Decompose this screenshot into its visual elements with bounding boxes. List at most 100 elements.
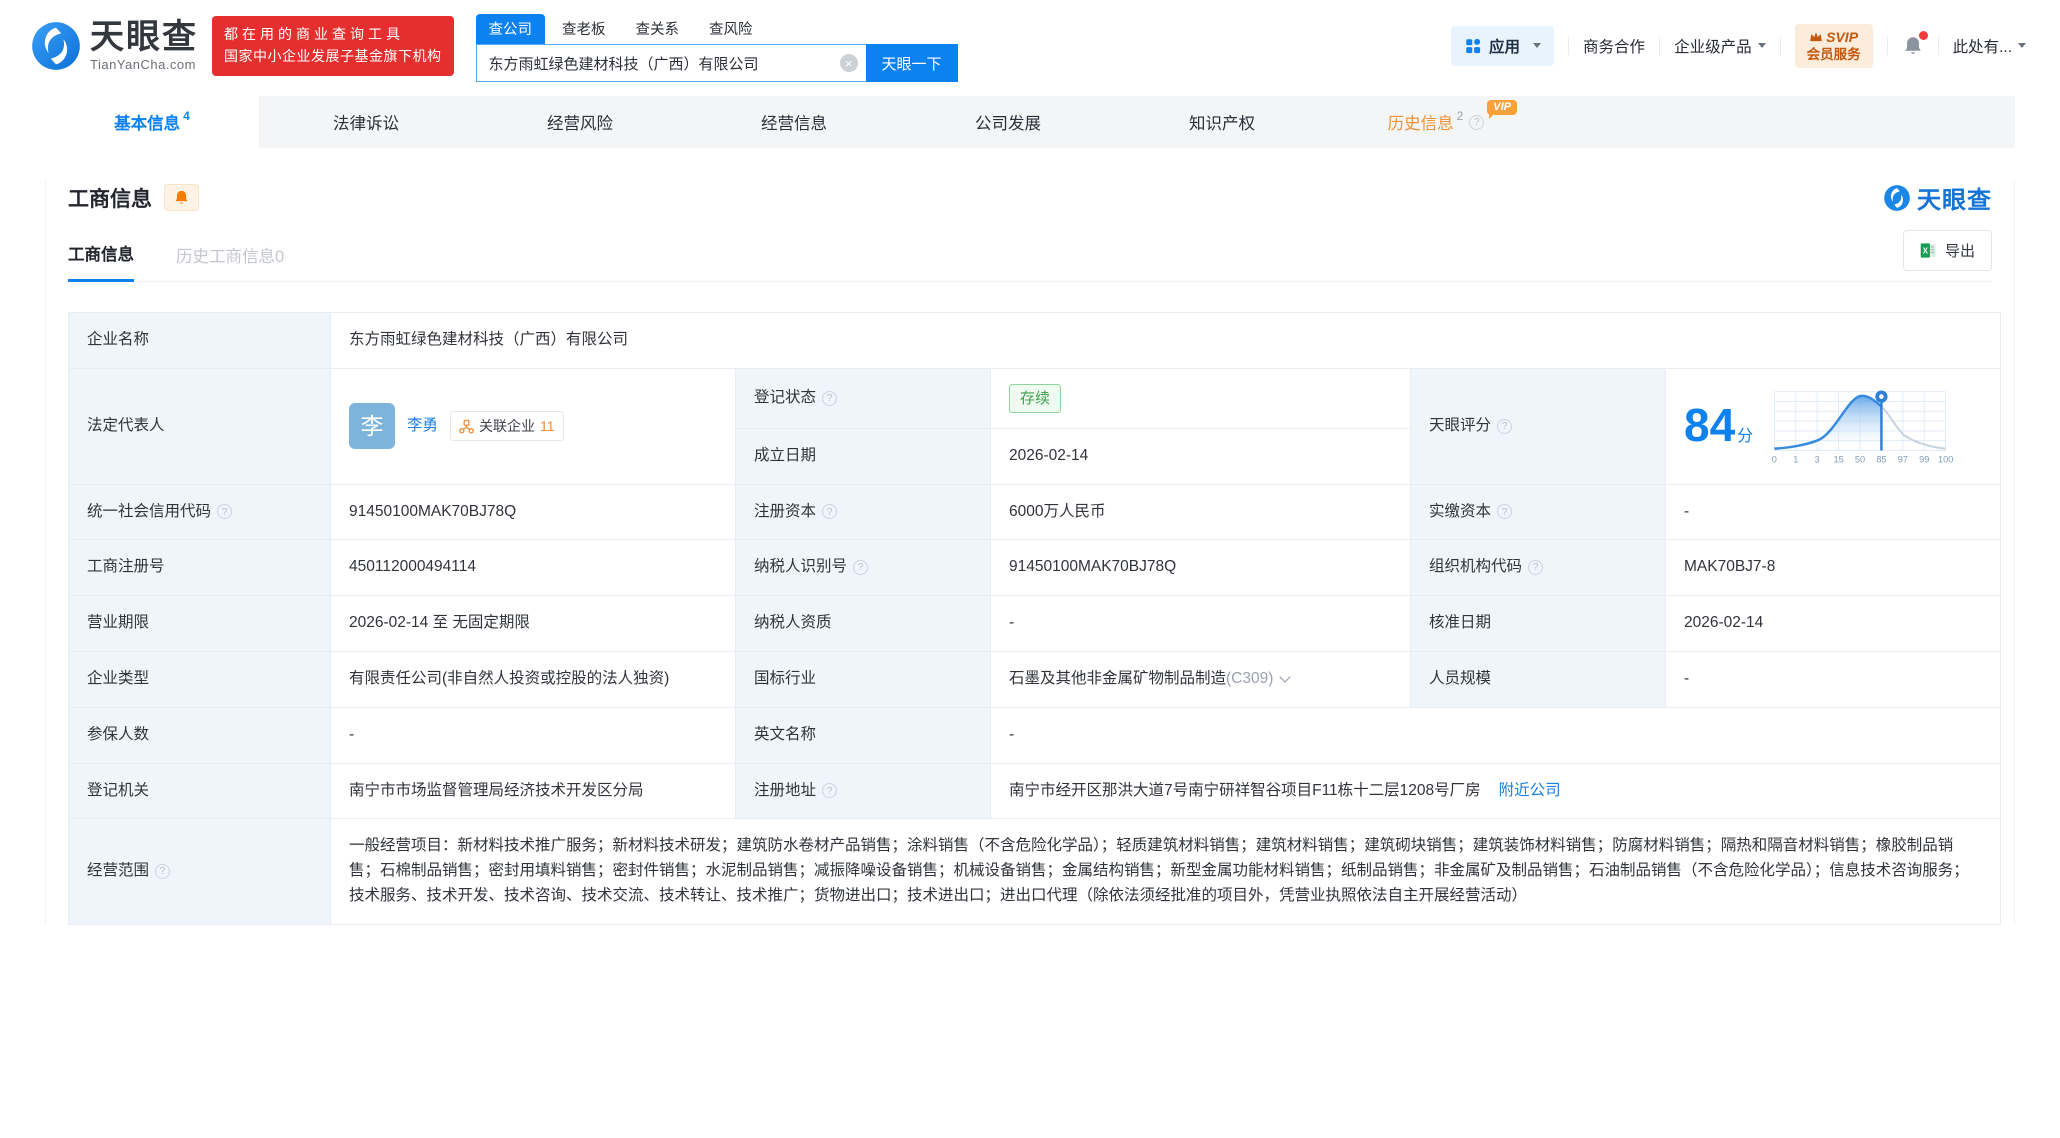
business-info-table: 企业名称 东方雨虹绿色建材科技（广西）有限公司 法定代表人 李 李勇 关联企业 …	[68, 312, 2001, 925]
apps-menu[interactable]: 应用	[1451, 25, 1555, 66]
tab-operating-info[interactable]: 经营信息	[687, 96, 901, 148]
search-input[interactable]	[475, 44, 866, 82]
avatar[interactable]: 李	[349, 403, 395, 450]
subtab-history-business-info[interactable]: 历史工商信息0	[176, 243, 284, 281]
field-label-reg-authority: 登记机关	[68, 762, 331, 820]
notifications-bell[interactable]	[1902, 30, 1928, 57]
field-label-taxpayer-id: 纳税人识别号	[735, 539, 991, 597]
score-value: 84	[1684, 399, 1736, 452]
export-button[interactable]: X 导出	[1902, 230, 1992, 271]
field-value-approval-date: 2026-02-14	[1665, 595, 2001, 652]
table-row: 经营范围 一般经营项目：新材料技术推广服务；新材料技术研发；建筑防水卷材产品销售…	[68, 818, 2001, 925]
field-label-industry: 国标行业	[735, 650, 991, 708]
tab-company-development[interactable]: 公司发展	[901, 96, 1115, 148]
export-label: 导出	[1944, 243, 1975, 260]
tianyancha-company-page: 天眼查 TianYanCha.com 都在用的商业查询工具 国家中小企业发展子基…	[0, 0, 2060, 1138]
tab-legal-proceedings[interactable]: 法律诉讼	[259, 96, 473, 148]
related-companies-badge[interactable]: 关联企业 11	[450, 410, 564, 442]
field-value-reg-number: 450112000494114	[330, 539, 736, 597]
related-label: 关联企业	[479, 417, 536, 434]
field-value-score: 84 分 0 1 3 15 50 85 97 99 100	[1665, 367, 2001, 485]
search-tab-relation[interactable]: 查关系	[623, 14, 693, 44]
search-tab-risk[interactable]: 查风险	[696, 14, 766, 44]
excel-icon: X	[1920, 243, 1936, 258]
company-section-tabs: 基本信息 4 法律诉讼 经营风险 经营信息 公司发展 知识产权 历史信息 2 V…	[45, 96, 2015, 148]
field-value-credit-code: 91450100MAK70BJ78Q	[330, 483, 736, 541]
tianyancha-logo[interactable]: 天眼查 TianYanCha.com	[30, 20, 198, 72]
subtab-business-info[interactable]: 工商信息	[68, 241, 134, 282]
field-label-company-type: 企业类型	[68, 650, 331, 708]
score-unit: 分	[1737, 428, 1754, 446]
clear-search-icon[interactable]	[839, 54, 858, 72]
field-label-paid-capital: 实缴资本	[1410, 483, 1666, 541]
notification-dot	[1918, 30, 1928, 40]
svg-text:100: 100	[1938, 455, 1953, 465]
tianyancha-swirl-icon	[1884, 184, 1910, 211]
nearby-companies-link[interactable]: 附近公司	[1499, 782, 1561, 799]
tab-intellectual-property[interactable]: 知识产权	[1115, 96, 1329, 148]
field-value-est-date: 2026-02-14	[990, 427, 1411, 485]
svg-text:0: 0	[1772, 455, 1777, 465]
search-area: 查公司 查老板 查关系 查风险 天眼一下	[475, 14, 958, 82]
field-label-staff-size: 人员规模	[1410, 650, 1666, 708]
tab-basic-info[interactable]: 基本信息 4	[45, 96, 259, 148]
apps-grid-icon	[1466, 38, 1481, 54]
help-icon[interactable]	[1469, 114, 1485, 130]
nav-business-cooperation[interactable]: 商务合作	[1583, 35, 1645, 57]
tab-count: 2	[1456, 109, 1464, 123]
field-value-staff-size: -	[1665, 650, 2001, 708]
help-icon[interactable]	[1528, 560, 1544, 576]
search-button[interactable]: 天眼一下	[865, 44, 958, 82]
tab-count: 4	[183, 109, 190, 123]
field-label-org-code: 组织机构代码	[1410, 539, 1666, 597]
search-tab-company[interactable]: 查公司	[475, 14, 545, 44]
chevron-down-icon[interactable]	[1279, 671, 1292, 683]
table-row: 法定代表人 李 李勇 关联企业 11 登记状态 ? 存续 天眼评分 ? 84 分…	[68, 367, 2001, 485]
help-icon[interactable]	[217, 504, 233, 520]
table-row: 企业名称 东方雨虹绿色建材科技（广西）有限公司	[68, 312, 2001, 369]
svip-label: SVIP	[1826, 29, 1859, 46]
help-icon[interactable]	[822, 504, 838, 520]
field-label-english-name: 英文名称	[735, 706, 991, 764]
field-value-industry: 石墨及其他非金属矿物制品制造(C309)	[990, 650, 1411, 708]
field-value-taxpayer-quals: -	[990, 595, 1411, 652]
svg-text:X: X	[1923, 247, 1929, 256]
tab-history-info[interactable]: 历史信息 2 VIP	[1329, 96, 1543, 148]
watermark-text: 天眼查	[1917, 187, 1992, 214]
field-label-scope: 经营范围	[68, 818, 331, 925]
user-account-menu[interactable]: 此处有...	[1953, 35, 2026, 57]
svg-text:15: 15	[1834, 455, 1844, 465]
help-icon[interactable]	[155, 864, 171, 880]
apps-label: 应用	[1489, 38, 1521, 56]
search-tabs: 查公司 查老板 查关系 查风险	[475, 14, 958, 44]
field-label-score: 天眼评分	[1410, 367, 1666, 485]
field-label-reg-capital: 注册资本	[735, 483, 991, 541]
legal-rep-link[interactable]: 李勇	[407, 414, 438, 439]
related-network-icon	[459, 419, 474, 434]
help-icon[interactable]	[822, 390, 838, 406]
help-icon[interactable]	[822, 783, 838, 799]
business-info-card: 工商信息 天眼查 工商信息 历史工商信息0 X 导出 企业名称 东方雨虹绿色建材…	[45, 180, 2015, 925]
search-tab-boss[interactable]: 查老板	[549, 14, 619, 44]
svip-member-service[interactable]: SVIP 会员服务	[1794, 24, 1873, 68]
field-value-scope: 一般经营项目：新材料技术推广服务；新材料技术研发；建筑防水卷材产品销售；涂料销售…	[330, 818, 2001, 925]
svg-text:97: 97	[1898, 455, 1908, 465]
field-value-org-code: MAK70BJ7-8	[1665, 539, 2001, 597]
tab-operating-risk[interactable]: 经营风险	[473, 96, 687, 148]
table-row: 参保人数 - 英文名称 -	[68, 706, 2001, 764]
field-value-taxpayer-id: 91450100MAK70BJ78Q	[990, 539, 1411, 597]
table-row: 统一社会信用代码 91450100MAK70BJ78Q 注册资本 6000万人民…	[68, 483, 2001, 541]
header-nav: 应用 商务合作 企业级产品 SVIP 会员服务 此处有...	[1451, 24, 2026, 68]
field-value-reg-capital: 6000万人民币	[990, 483, 1411, 541]
help-icon[interactable]	[1497, 504, 1513, 520]
chevron-down-icon	[1757, 43, 1766, 49]
field-value-reg-authority: 南宁市市场监督管理局经济技术开发区分局	[330, 762, 736, 820]
help-icon[interactable]	[853, 560, 869, 576]
field-label-credit-code: 统一社会信用代码	[68, 483, 331, 541]
nav-enterprise-products[interactable]: 企业级产品	[1674, 35, 1766, 57]
chart-x-ticks: 0 1 3 15 50 85 97 99 100	[1772, 455, 1953, 465]
field-label-legal-rep: 法定代表人	[68, 367, 331, 485]
field-label-est-date: 成立日期	[735, 427, 991, 485]
help-icon[interactable]	[1497, 418, 1513, 434]
monitor-bell-button[interactable]	[164, 184, 199, 211]
